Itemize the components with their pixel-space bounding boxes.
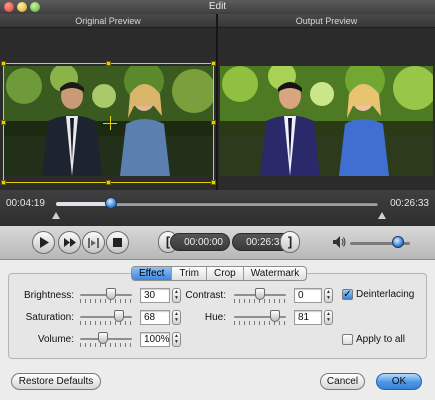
- contrast-stepper[interactable]: ▲ ▼: [324, 288, 333, 303]
- fast-forward-icon: [63, 238, 76, 247]
- hue-label: Hue:: [204, 312, 226, 323]
- tab-trim[interactable]: Trim: [172, 267, 208, 280]
- preview-divider: [216, 14, 218, 190]
- crop-handle-bottom-right[interactable]: [211, 180, 216, 185]
- current-time: 00:04:19: [6, 198, 45, 209]
- volume-knob[interactable]: [392, 236, 404, 248]
- crop-handle-top[interactable]: [106, 61, 111, 66]
- minimize-window-button[interactable]: [17, 2, 27, 12]
- brightness-slider-thumb[interactable]: [106, 288, 117, 300]
- brightness-label: Brightness:: [23, 290, 74, 301]
- apply-to-all-checkbox[interactable]: [342, 334, 353, 345]
- volume-level-slider-ticks: [80, 343, 132, 347]
- timeline: 00:04:19 00:26:33: [0, 190, 435, 226]
- trim-end-marker[interactable]: [378, 212, 386, 219]
- trim-start-marker[interactable]: [52, 212, 60, 219]
- saturation-slider-ticks: [80, 321, 132, 325]
- output-video-frame: [220, 66, 433, 176]
- crop-handle-bottom[interactable]: [106, 180, 111, 185]
- volume-stepper[interactable]: ▲ ▼: [172, 332, 181, 347]
- play-icon: [39, 237, 49, 248]
- deinterlacing-label: Deinterlacing: [356, 289, 415, 300]
- transport-bar: [ 00:00:00 00:26:33 ]: [0, 226, 435, 260]
- cancel-button[interactable]: Cancel: [320, 373, 365, 390]
- crop-handle-right[interactable]: [211, 120, 216, 125]
- speaker-icon: [333, 236, 346, 251]
- total-time: 00:26:33: [390, 198, 429, 209]
- deinterlacing-checkbox[interactable]: ✓: [342, 289, 353, 300]
- hue-slider-ticks: [234, 321, 286, 325]
- crop-handle-left[interactable]: [1, 120, 6, 125]
- stop-button[interactable]: [106, 231, 129, 254]
- preview-area: Original Preview Output Preview: [0, 14, 435, 190]
- brightness-slider-ticks: [80, 299, 132, 303]
- apply-to-all-label: Apply to all: [356, 334, 405, 345]
- set-end-button[interactable]: ]: [280, 231, 300, 253]
- play-button[interactable]: [32, 231, 55, 254]
- tab-watermark[interactable]: Watermark: [244, 267, 307, 280]
- window-title: Edit: [208, 1, 227, 12]
- stop-icon: [113, 238, 122, 247]
- contrast-label: Contrast:: [185, 290, 226, 301]
- zoom-window-button[interactable]: [30, 2, 40, 12]
- window-title-bar: Edit: [0, 0, 435, 14]
- crop-handle-top-right[interactable]: [211, 61, 216, 66]
- output-preview-header: Output Preview: [218, 14, 435, 28]
- hue-stepper[interactable]: ▲ ▼: [324, 310, 333, 325]
- restore-defaults-button[interactable]: Restore Defaults: [11, 373, 101, 390]
- timeline-progress: [56, 202, 111, 206]
- crop-handle-top-left[interactable]: [1, 61, 6, 66]
- original-preview-header: Original Preview: [0, 14, 216, 28]
- edit-tabs: Effect Trim Crop Watermark: [131, 266, 308, 281]
- contrast-slider-thumb[interactable]: [255, 288, 265, 300]
- next-frame-button[interactable]: [82, 231, 105, 254]
- saturation-field[interactable]: 68: [140, 310, 170, 325]
- close-window-button[interactable]: [4, 2, 14, 12]
- hue-field[interactable]: 81: [294, 310, 322, 325]
- brightness-field[interactable]: 30: [140, 288, 170, 303]
- ok-button[interactable]: OK: [376, 373, 422, 390]
- playhead-knob[interactable]: [104, 197, 117, 209]
- tab-effect[interactable]: Effect: [132, 267, 173, 280]
- crop-center-crosshair-v: [110, 116, 111, 130]
- volume-label: Volume:: [37, 334, 74, 345]
- fast-forward-button[interactable]: [58, 231, 81, 254]
- crop-handle-bottom-left[interactable]: [1, 180, 6, 185]
- hue-slider-thumb[interactable]: [269, 310, 280, 322]
- saturation-slider-thumb[interactable]: [114, 310, 124, 322]
- contrast-field[interactable]: 0: [294, 288, 322, 303]
- volume-field[interactable]: 100%: [140, 332, 170, 347]
- saturation-slider[interactable]: [80, 316, 132, 318]
- frame-step-icon: [88, 237, 99, 248]
- crop-frame[interactable]: [1, 61, 216, 185]
- saturation-label: Saturation:: [25, 312, 74, 323]
- tab-crop[interactable]: Crop: [207, 267, 244, 280]
- start-time-display: 00:00:00: [170, 233, 230, 251]
